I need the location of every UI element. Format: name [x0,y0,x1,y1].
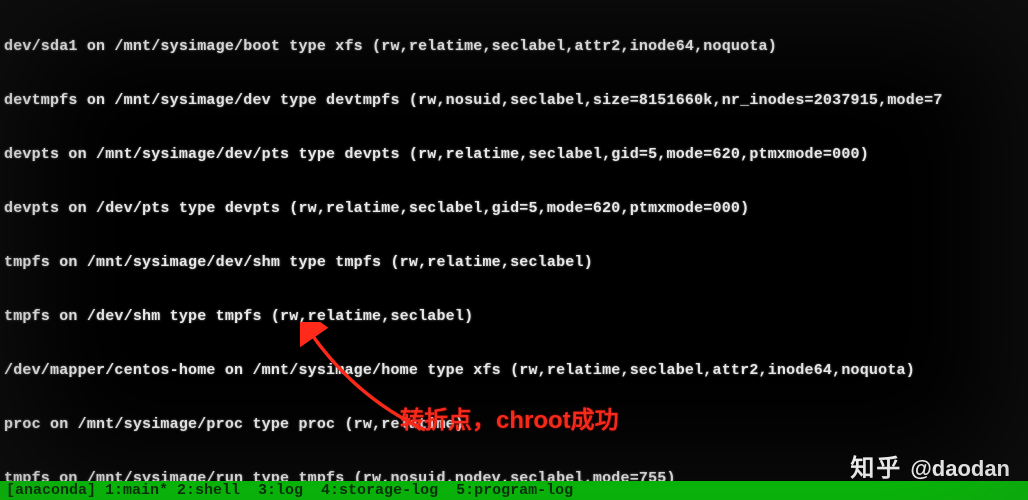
mount-line: tmpfs on /mnt/sysimage/dev/shm type tmpf… [4,254,1028,272]
mount-line: devpts on /mnt/sysimage/dev/pts type dev… [4,146,1028,164]
mount-line: dev/sda1 on /mnt/sysimage/boot type xfs … [4,38,1028,56]
terminal-screen: dev/sda1 on /mnt/sysimage/boot type xfs … [0,0,1028,500]
watermark-handle: @daodan [910,460,1010,478]
tmux-statusbar[interactable]: [anaconda] 1:main* 2:shell 3:log 4:stora… [0,481,1028,500]
mount-line: devpts on /dev/pts type devpts (rw,relat… [4,200,1028,218]
mount-line: devtmpfs on /mnt/sysimage/dev type devtm… [4,92,1028,110]
annotation-text: 转折点，chroot成功 [400,412,619,430]
mount-line: /dev/mapper/centos-home on /mnt/sysimage… [4,362,1028,380]
zhihu-logo-icon: 知乎 [850,460,902,478]
watermark: 知乎 @daodan [850,460,1010,478]
mount-line: tmpfs on /dev/shm type tmpfs (rw,relatim… [4,308,1028,326]
